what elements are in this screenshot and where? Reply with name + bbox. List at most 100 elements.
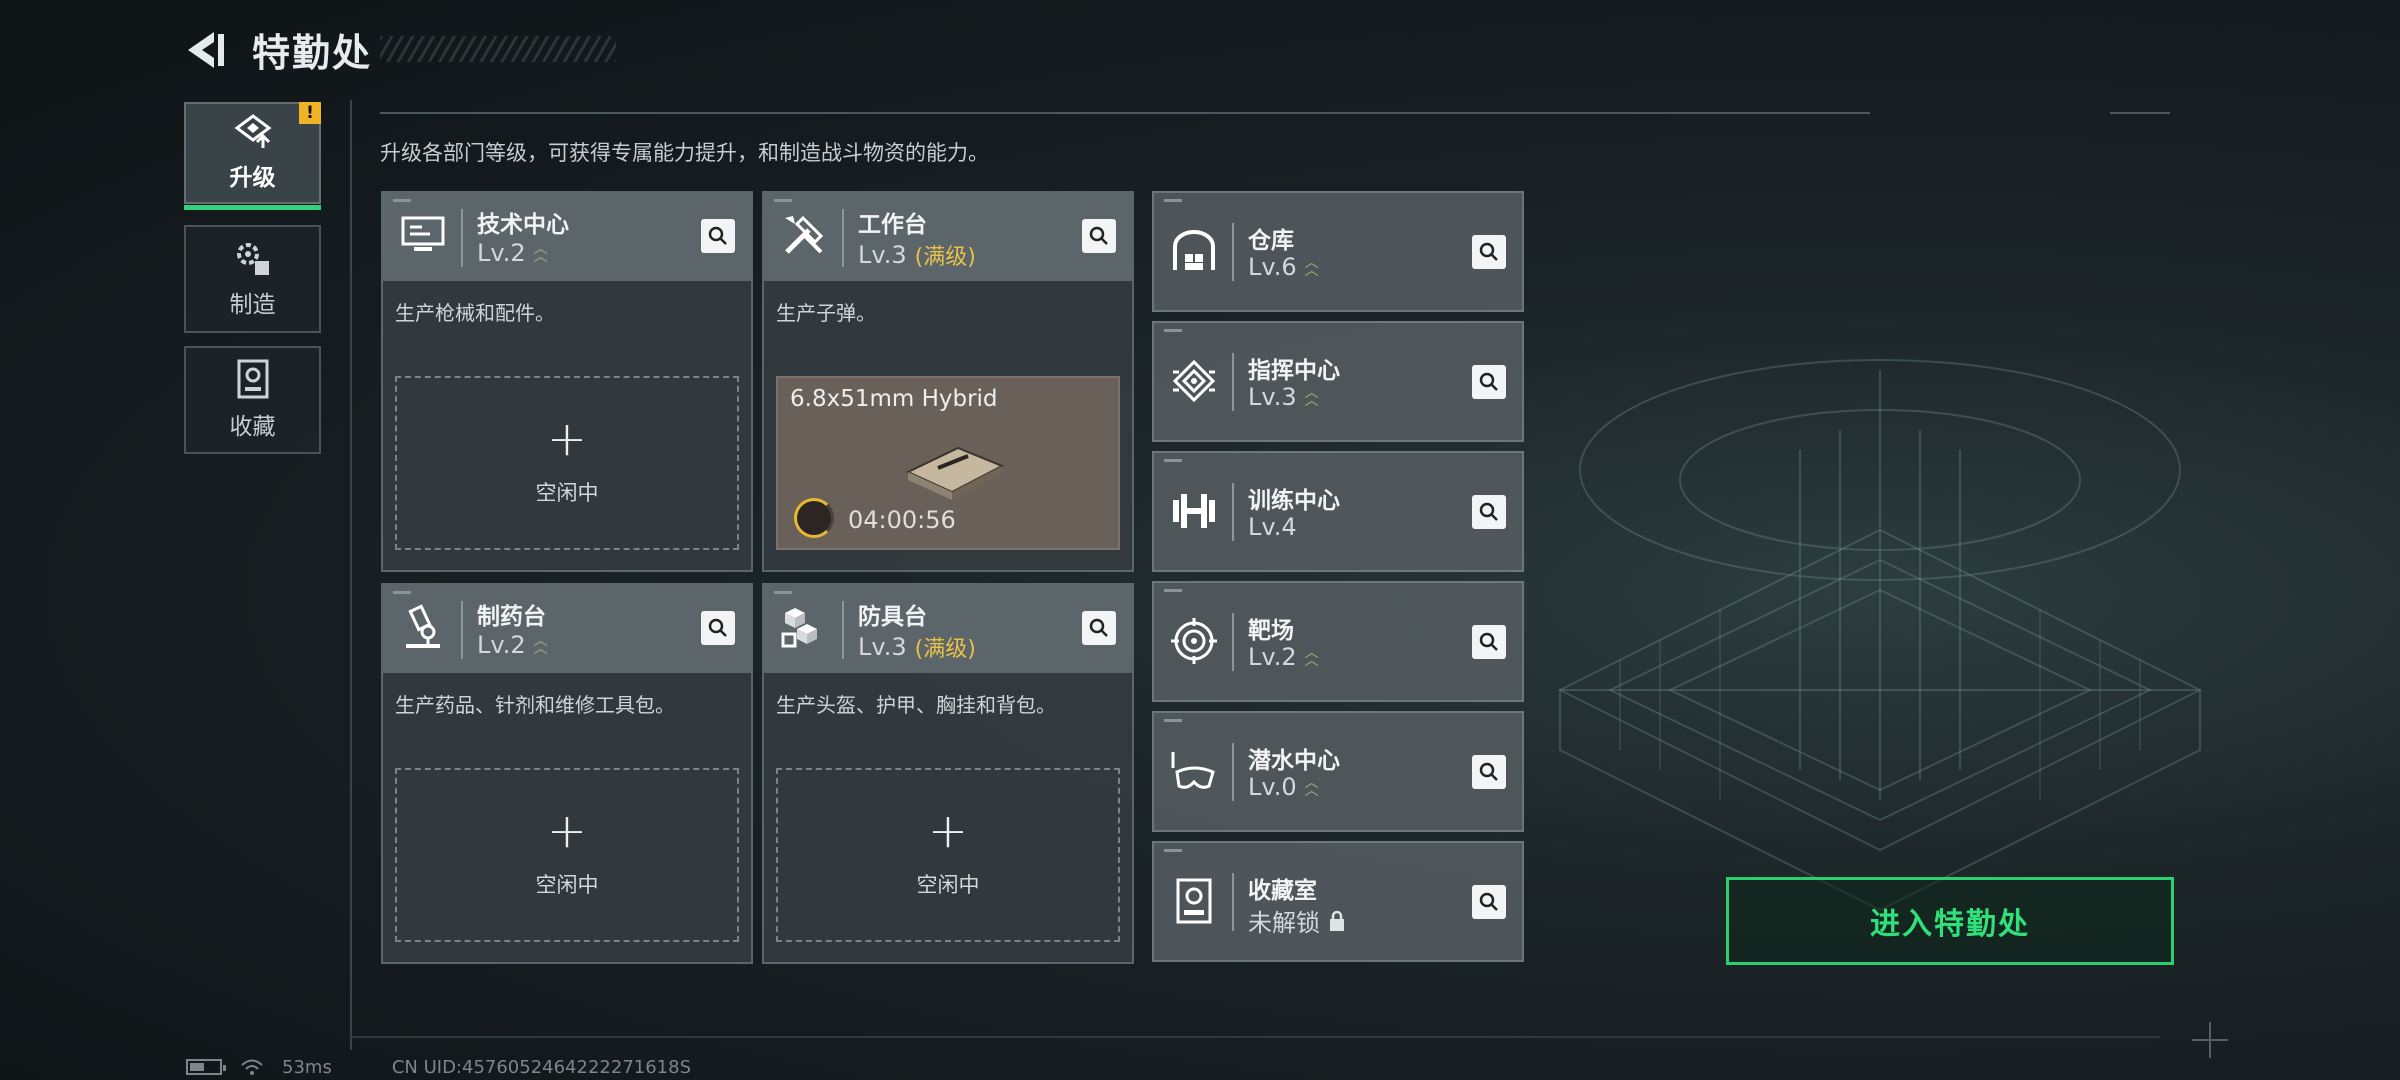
- tab-upgrade-label: 升级: [229, 165, 276, 191]
- card-description: 生产头盔、护甲、胸挂和背包。: [776, 693, 1056, 717]
- title-decoration: [380, 36, 616, 62]
- search-button[interactable]: [1472, 885, 1506, 919]
- search-button[interactable]: [701, 611, 735, 645]
- warehouse-icon: [1164, 221, 1224, 281]
- upgrade-chevron-icon: ︿ ︿: [1304, 385, 1319, 409]
- idle-production-slot[interactable]: + 空闲中: [395, 768, 739, 942]
- armor-cubes-icon: [774, 597, 834, 657]
- tech-center-card[interactable]: 技术中心 Lv.2 ︿ ︿ 生产枪械和配件。 + 空闲中: [381, 191, 753, 572]
- back-arrow-icon: [188, 32, 224, 68]
- add-icon: +: [546, 803, 588, 859]
- item-name: 6.8x51mm Hybrid: [790, 386, 998, 412]
- upgrade-chevron-icon: ︿ ︿: [533, 633, 548, 657]
- card-level: Lv.6: [1248, 253, 1297, 281]
- search-icon: [1479, 502, 1498, 521]
- training-center-card[interactable]: 训练中心 Lv.4: [1152, 451, 1524, 572]
- card-description: 生产子弹。: [776, 301, 876, 325]
- bottom-frame-line: [350, 1036, 2160, 1038]
- status-bar: 53ms CN UID:4576052464222271618S: [186, 1056, 691, 1078]
- card-header: 制药台 Lv.2 ︿ ︿: [383, 585, 751, 673]
- upgrade-chevron-icon: ︿ ︿: [1304, 645, 1319, 669]
- card-title: 技术中心: [477, 212, 569, 238]
- search-button[interactable]: [1472, 235, 1506, 269]
- display-case-icon: [1164, 871, 1224, 931]
- search-button[interactable]: [1472, 625, 1506, 659]
- user-uid: CN UID:4576052464222271618S: [391, 1056, 692, 1078]
- add-icon: +: [927, 803, 969, 859]
- command-center-card[interactable]: 指挥中心 Lv.3 ︿ ︿: [1152, 321, 1524, 442]
- command-chip-icon: [1164, 351, 1224, 411]
- locked-status: 未解锁: [1248, 909, 1320, 937]
- warning-badge: !: [299, 102, 321, 124]
- enter-special-ops-button[interactable]: 进入特勤处: [1726, 877, 2174, 965]
- top-rule-right: [2110, 112, 2170, 114]
- active-tab-indicator: [184, 205, 321, 210]
- page-description: 升级各部门等级，可获得专属能力提升，和制造战斗物资的能力。: [380, 141, 989, 165]
- workbench-card[interactable]: 工作台 Lv.3 (满级) 生产子弹。 6.8x51mm Hybrid 04:00…: [762, 191, 1134, 572]
- shooting-range-card[interactable]: 靶场 Lv.2 ︿ ︿: [1152, 581, 1524, 702]
- top-rule-left: [380, 112, 1870, 114]
- pharmacy-card[interactable]: 制药台 Lv.2 ︿ ︿ 生产药品、针剂和维修工具包。 + 空闲中: [381, 583, 753, 964]
- card-level: Lv.2: [477, 239, 526, 267]
- timer-icon: [794, 498, 834, 538]
- target-icon: [1164, 611, 1224, 671]
- tab-collection[interactable]: 收藏: [184, 346, 321, 454]
- idle-production-slot[interactable]: + 空闲中: [776, 768, 1120, 942]
- search-icon: [1089, 226, 1108, 245]
- search-button[interactable]: [1472, 495, 1506, 529]
- card-header: 技术中心 Lv.2 ︿ ︿: [383, 193, 751, 281]
- left-frame-line: [350, 100, 352, 1050]
- ping-value: 53ms: [282, 1056, 332, 1078]
- diving-center-card[interactable]: 潜水中心 Lv.0 ︿ ︿: [1152, 711, 1524, 832]
- card-description: 生产枪械和配件。: [395, 301, 555, 325]
- wifi-icon: [241, 1059, 263, 1075]
- microscope-icon: [393, 597, 453, 657]
- card-level: Lv.2: [1248, 643, 1297, 671]
- tab-craft[interactable]: 制造: [184, 225, 321, 333]
- card-level: Lv.4: [1248, 513, 1297, 541]
- back-button[interactable]: [180, 24, 232, 76]
- search-button[interactable]: [1472, 365, 1506, 399]
- card-title: 训练中心: [1248, 488, 1340, 514]
- idle-production-slot[interactable]: + 空闲中: [395, 376, 739, 550]
- headquarters-model-illustration: [1557, 359, 2203, 912]
- idle-status: 空闲中: [535, 873, 599, 897]
- card-title: 仓库: [1248, 228, 1294, 254]
- card-description: 生产药品、针剂和维修工具包。: [395, 693, 675, 717]
- corner-crosshair-icon: [2192, 1022, 2228, 1058]
- ammo-box-icon: [905, 446, 1005, 500]
- search-icon: [1479, 372, 1498, 391]
- max-level-tag: (满级): [914, 637, 976, 662]
- upgrade-chevron-icon: ︿ ︿: [1304, 255, 1319, 279]
- upgrade-chevron-icon: ︿ ︿: [1304, 775, 1319, 799]
- search-icon: [1089, 618, 1108, 637]
- search-icon: [1479, 762, 1498, 781]
- lock-icon: [1330, 910, 1344, 931]
- tab-craft-label: 制造: [229, 292, 276, 318]
- card-level: Lv.3: [1248, 383, 1297, 411]
- card-title: 工作台: [858, 212, 927, 238]
- tab-collection-label: 收藏: [229, 414, 276, 440]
- upgrade-chevron-icon: ︿ ︿: [533, 241, 548, 265]
- collection-room-card[interactable]: 收藏室 未解锁: [1152, 841, 1524, 962]
- armor-bench-card[interactable]: 防具台 Lv.3 (满级) 生产头盔、护甲、胸挂和背包。 + 空闲中: [762, 583, 1134, 964]
- warehouse-card[interactable]: 仓库 Lv.6 ︿ ︿: [1152, 191, 1524, 312]
- card-level: Lv.2: [477, 631, 526, 659]
- search-icon: [708, 618, 727, 637]
- production-slot[interactable]: 6.8x51mm Hybrid 04:00:56: [776, 376, 1120, 550]
- card-title: 指挥中心: [1248, 358, 1340, 384]
- card-header: 工作台 Lv.3 (满级): [764, 193, 1132, 281]
- tab-upgrade[interactable]: ! 升级: [184, 102, 321, 210]
- monitor-icon: [393, 205, 453, 265]
- search-button[interactable]: [1082, 611, 1116, 645]
- gears-icon: [236, 243, 269, 275]
- search-button[interactable]: [1472, 755, 1506, 789]
- search-icon: [1479, 632, 1498, 651]
- search-button[interactable]: [701, 219, 735, 253]
- battery-icon: [186, 1059, 226, 1075]
- card-header: 防具台 Lv.3 (满级): [764, 585, 1132, 673]
- max-level-tag: (满级): [914, 245, 976, 270]
- card-level: Lv.3: [858, 633, 907, 661]
- card-title: 防具台: [858, 604, 927, 630]
- search-button[interactable]: [1082, 219, 1116, 253]
